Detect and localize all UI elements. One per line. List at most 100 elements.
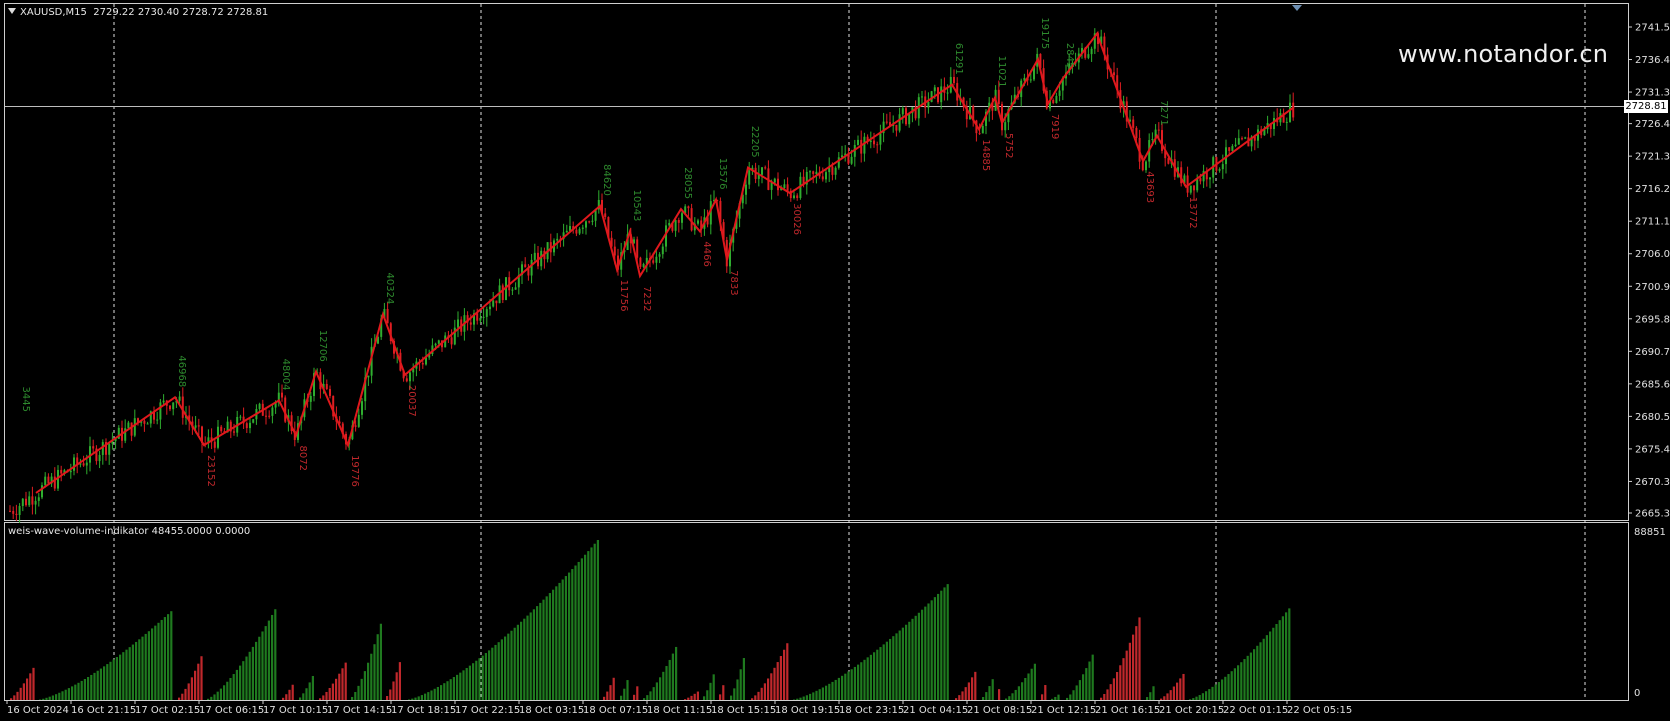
volume-bar <box>776 662 779 700</box>
volume-bar <box>223 685 226 700</box>
volume-bar <box>719 694 722 700</box>
volume-bar <box>398 662 401 700</box>
volume-bar <box>1249 652 1252 700</box>
scroll-marker-icon[interactable] <box>1292 5 1302 11</box>
volume-bar <box>1166 693 1169 700</box>
volume-bar <box>55 694 58 700</box>
volume-bar <box>866 657 869 700</box>
volume-bar <box>360 678 363 700</box>
price-tick-label: 2741.55 <box>1635 23 1670 34</box>
volume-bar <box>709 682 712 700</box>
volume-bar <box>690 695 693 700</box>
volume-bar <box>219 688 222 700</box>
candle-body <box>613 246 616 256</box>
zigzag-line <box>35 31 1295 494</box>
candle-body <box>885 121 888 123</box>
volume-bar <box>696 691 699 700</box>
candle-body <box>898 114 901 131</box>
dropdown-arrow-icon[interactable] <box>8 8 16 14</box>
volume-bar <box>335 678 338 700</box>
volume-bar <box>322 695 325 700</box>
volume-bar <box>626 680 629 700</box>
candle-body <box>764 167 767 169</box>
volume-bar <box>1176 682 1179 700</box>
volume-bar <box>1262 638 1265 700</box>
candle-body <box>12 511 15 514</box>
candle-body <box>1052 99 1055 104</box>
volume-bar <box>1259 642 1262 700</box>
candle-body <box>85 462 88 466</box>
candle-body <box>636 239 639 258</box>
volume-bar <box>684 699 687 700</box>
candle-body <box>533 252 536 260</box>
candle-body <box>857 139 859 145</box>
volume-bar <box>167 614 170 700</box>
candle-body <box>367 375 370 378</box>
volume-bar <box>510 630 513 700</box>
candle-body <box>677 219 680 223</box>
candle-body <box>530 259 533 276</box>
volume-bar <box>545 596 548 700</box>
wave-volume-label: 13772 <box>1187 197 1198 229</box>
volume-bar <box>564 576 567 700</box>
volume-bar <box>958 695 961 700</box>
volume-bar <box>552 589 555 700</box>
volume-bar <box>112 659 115 700</box>
candle-body <box>978 133 981 135</box>
candle-body <box>946 92 949 94</box>
candle-body <box>47 476 50 484</box>
volume-bar <box>869 654 872 700</box>
candle-body <box>1113 72 1115 76</box>
candle-body <box>1228 147 1231 151</box>
volume-bar <box>213 694 216 700</box>
candle-body <box>146 423 149 425</box>
candle-body <box>821 176 824 180</box>
volume-bar <box>226 681 229 700</box>
volume-bar <box>90 674 93 700</box>
time-tick-label: 22 Oct 05:15 <box>1287 705 1352 716</box>
volume-bar <box>742 658 745 700</box>
volume-bar <box>671 653 674 700</box>
volume-bar <box>157 622 160 700</box>
volume-bar <box>1208 689 1211 700</box>
candle-body <box>863 136 866 154</box>
candle-body <box>697 220 699 224</box>
candle-body <box>220 426 223 432</box>
time-tick-label: 21 Oct 16:15 <box>1095 705 1160 716</box>
volume-bar <box>258 636 261 700</box>
chart-canvas[interactable]: 46968 23152 48004 8072 12706 19776 40324 20037 8… <box>0 0 1670 721</box>
candles <box>9 28 1295 523</box>
candle-body <box>1193 185 1195 191</box>
candle-body <box>1157 129 1160 131</box>
volume-bar <box>436 686 439 700</box>
symbol-header[interactable]: XAUUSD,M15 2729.22 2730.40 2728.72 2728.… <box>8 7 268 18</box>
candle-body <box>258 403 261 409</box>
volume-bar <box>235 669 238 700</box>
candle-body <box>578 228 581 234</box>
volume-bar <box>147 631 150 700</box>
candle-body <box>489 306 491 310</box>
volume-bar <box>1160 698 1163 700</box>
volume-bar <box>1230 671 1233 700</box>
candle-body <box>476 313 479 321</box>
candle-body <box>41 485 43 498</box>
volume-bar <box>652 687 655 700</box>
volume-bar <box>558 582 561 700</box>
volume-bar <box>860 662 863 700</box>
volume-bar <box>879 647 882 700</box>
time-tick-label: 18 Oct 23:15 <box>839 705 904 716</box>
volume-bar <box>488 650 491 700</box>
price-tick-label: 2665.35 <box>1635 509 1670 520</box>
candle-body <box>60 469 63 474</box>
volume-bar <box>1217 682 1220 700</box>
volume-bar <box>443 683 446 700</box>
volume-bar <box>395 672 398 700</box>
volume-bar <box>22 683 25 700</box>
volume-bar <box>93 672 96 700</box>
volume-bar <box>924 606 927 700</box>
candle-body <box>997 89 1000 105</box>
volume-bar <box>128 647 131 700</box>
candle-body <box>9 510 11 512</box>
volume-bar <box>655 682 658 700</box>
candle-body <box>834 167 837 175</box>
